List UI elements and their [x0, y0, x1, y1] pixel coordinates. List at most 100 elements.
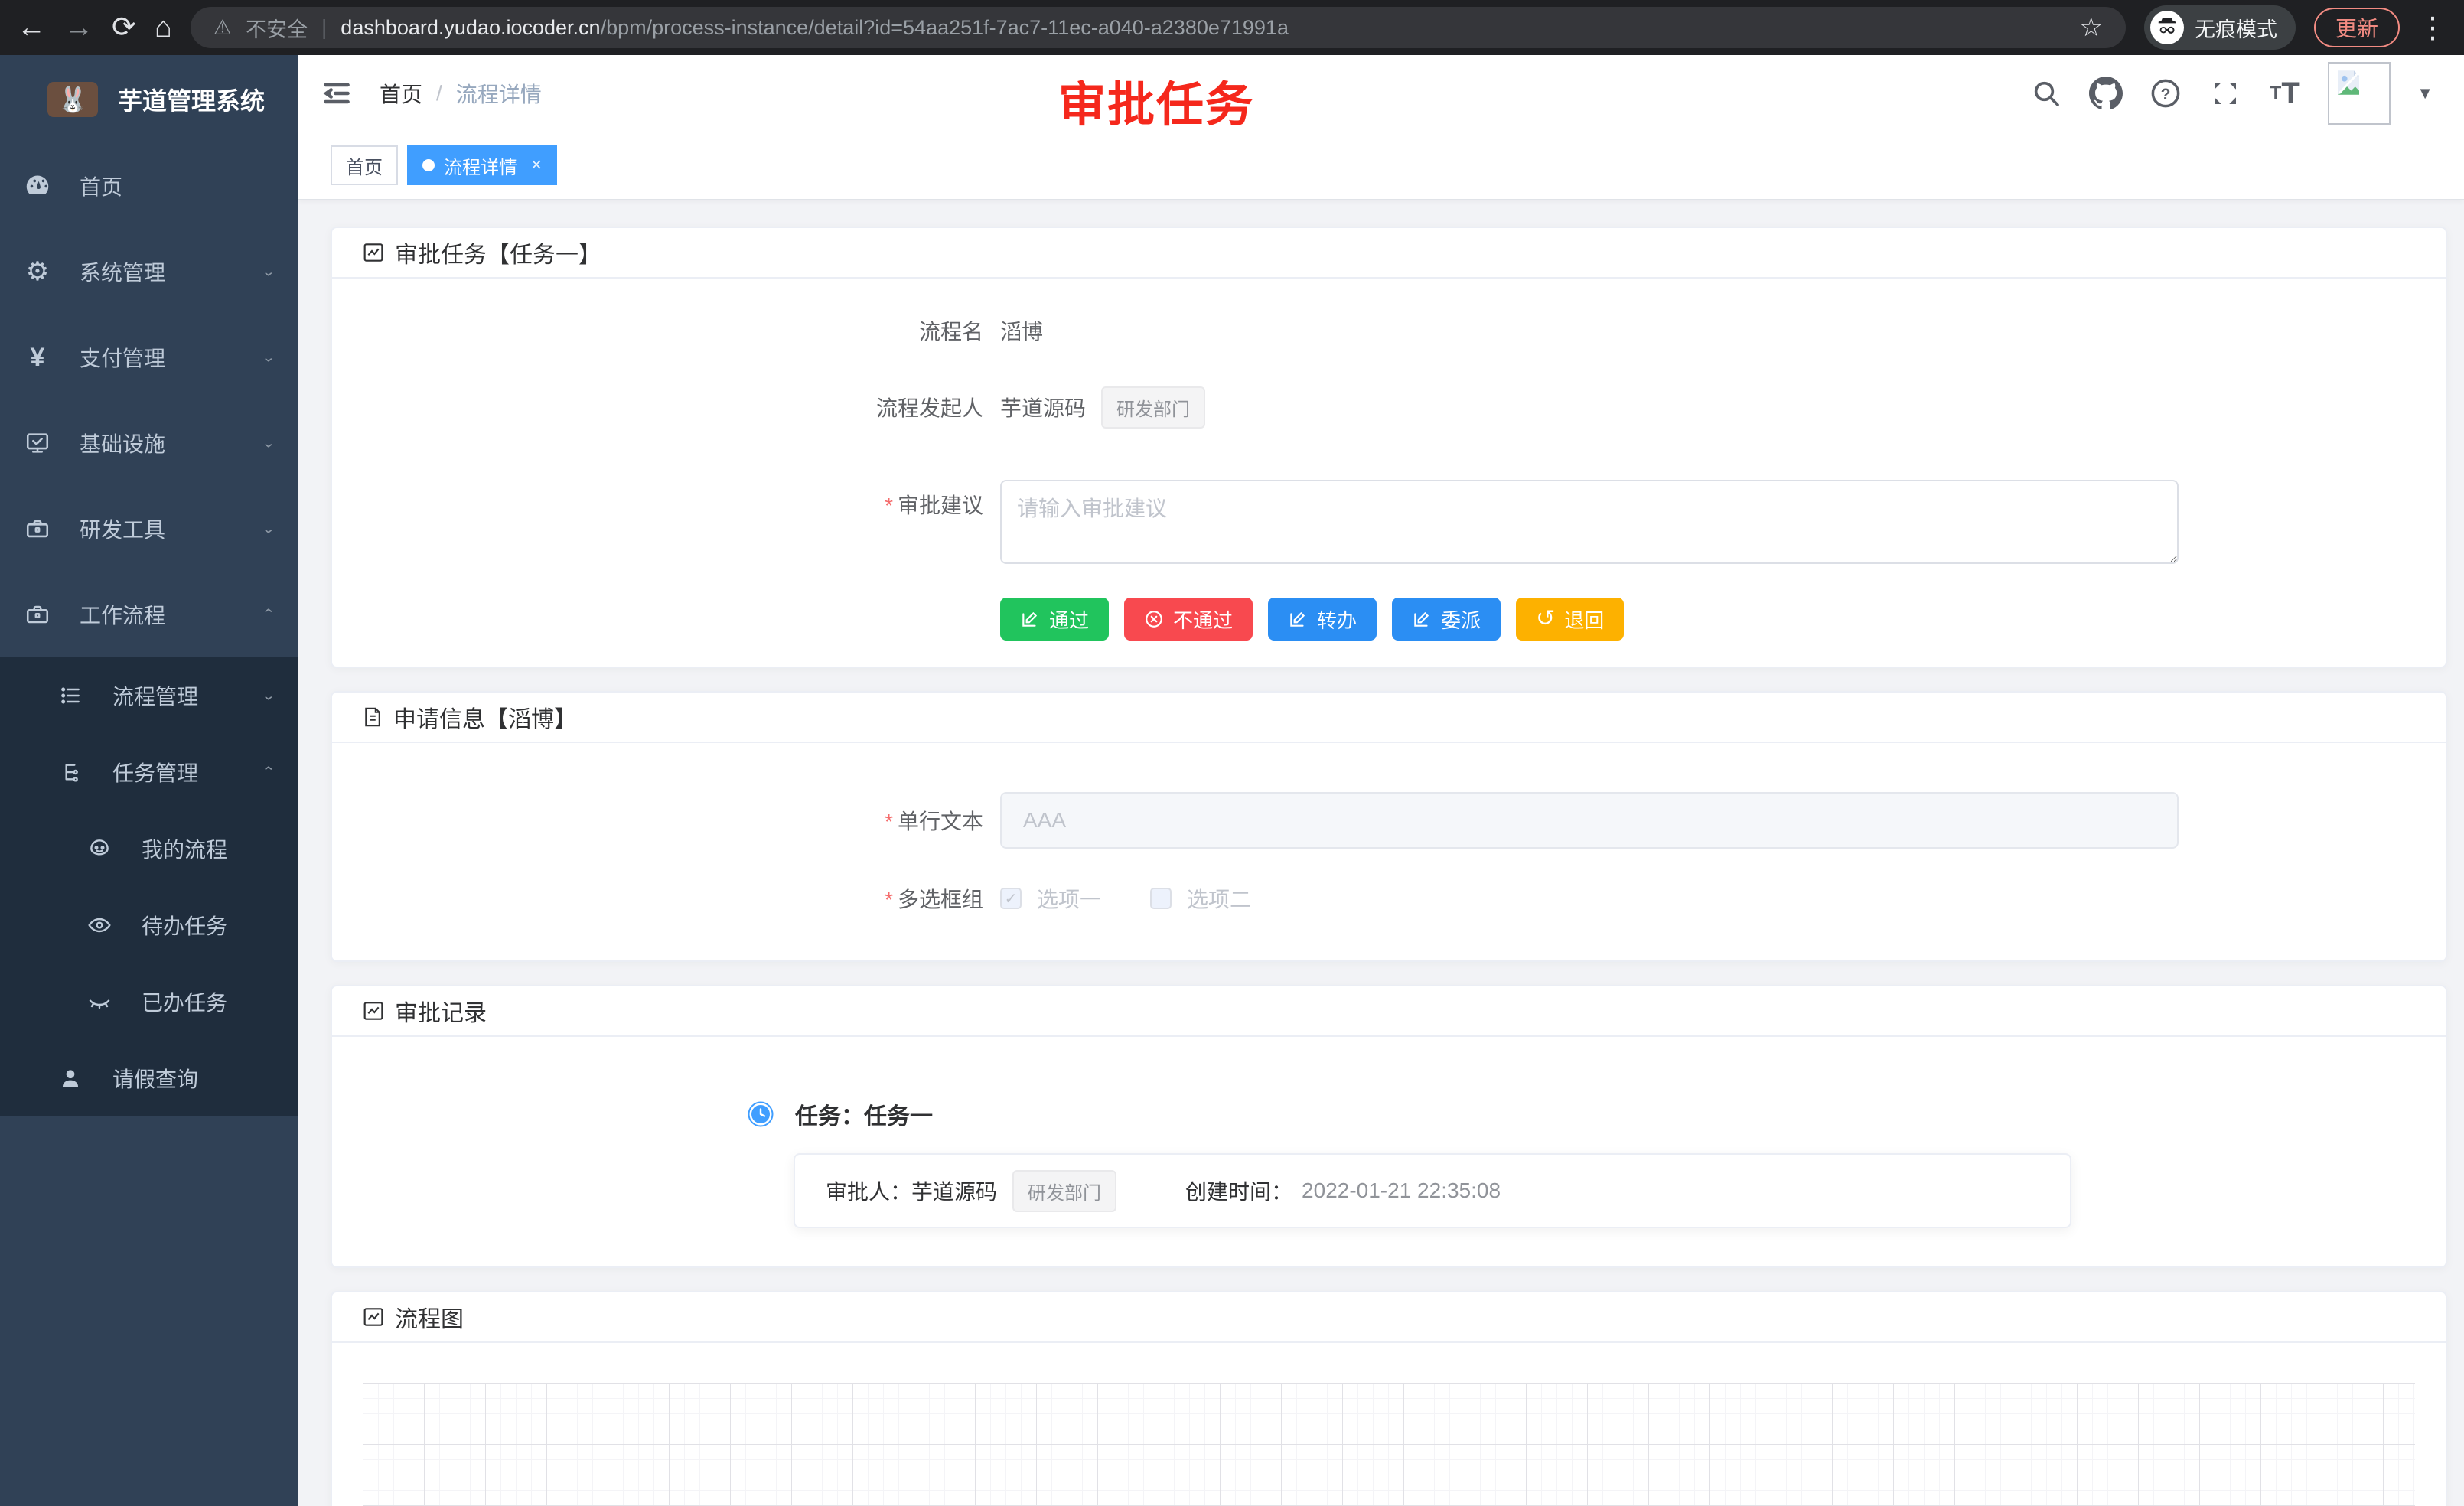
briefcase-icon	[23, 600, 52, 629]
created-label: 创建时间：	[1185, 1175, 1292, 1206]
sidebar-item-label: 流程管理	[112, 680, 262, 711]
sidebar-item-label: 研发工具	[80, 513, 262, 544]
reject-button[interactable]: 不通过	[1124, 598, 1253, 641]
single-text-label-text: 单行文本	[898, 810, 983, 833]
checkbox-label: 选项二	[1187, 883, 1251, 914]
address-bar[interactable]: ⚠ 不安全 | dashboard.yudao.iocoder.cn/bpm/p…	[191, 7, 2126, 48]
created-time: 2022-01-21 22:35:08	[1302, 1178, 1501, 1203]
initiator-label: 流程发起人	[332, 392, 983, 422]
bpmn-canvas[interactable]	[363, 1383, 2415, 1506]
transfer-button[interactable]: 转办	[1268, 598, 1377, 641]
sidebar-item-infra[interactable]: 基础设施 ⌄	[0, 400, 298, 486]
sidebar-item-task-mgmt[interactable]: 任务管理 ⌃	[0, 734, 298, 810]
apply-card-header: 申请信息【滔博】	[332, 693, 2446, 743]
checkbox-unchecked-icon	[1150, 888, 1172, 909]
incognito-label: 无痕模式	[2195, 13, 2277, 43]
sidebar-item-system[interactable]: ⚙ 系统管理 ⌄	[0, 229, 298, 315]
page-content: 审批任务【任务一】 流程名 滔博 流程发起人 芋道源码 研发部门	[298, 200, 2464, 1506]
sidebar-item-label: 请假查询	[112, 1063, 275, 1094]
button-label: 转办	[1317, 605, 1357, 634]
card-title: 流程图	[395, 1300, 464, 1334]
checkbox-option-1[interactable]: ✓ 选项一	[1000, 883, 1101, 914]
avatar-caret-icon[interactable]: ▼	[2417, 83, 2433, 103]
apply-info-card: 申请信息【滔博】 *单行文本 *多选框组 ✓ 选	[331, 691, 2447, 962]
sidebar-item-label: 支付管理	[80, 342, 262, 373]
approver-name: 芋道源码	[911, 1175, 997, 1206]
browser-update-button[interactable]: 更新	[2314, 8, 2400, 47]
tt-big: T	[2281, 77, 2299, 111]
security-label[interactable]: 不安全	[246, 13, 308, 43]
browser-menu-icon[interactable]: ⋮	[2418, 11, 2447, 45]
url-text[interactable]: dashboard.yudao.iocoder.cn/bpm/process-i…	[341, 16, 1289, 40]
sidebar: 🐰 芋道管理系统 首页 ⚙ 系统管理 ⌄ ¥ 支付管理 ⌄ 基础设施 ⌄	[0, 55, 298, 1506]
required-mark: *	[885, 494, 893, 517]
dashboard-icon	[23, 171, 52, 200]
reload-icon[interactable]: ⟳	[112, 13, 136, 42]
sidebar-item-leave-query[interactable]: 请假查询	[0, 1040, 298, 1116]
avatar[interactable]	[2328, 62, 2391, 125]
sidebar-item-home[interactable]: 首页	[0, 143, 298, 229]
chevron-down-icon: ⌄	[262, 688, 275, 704]
undo-icon: ↺	[1536, 608, 1555, 631]
bookmark-star-icon[interactable]: ☆	[2080, 12, 2103, 43]
incognito-badge: 无痕模式	[2144, 5, 2296, 50]
incognito-icon	[2150, 11, 2184, 44]
button-label: 不通过	[1173, 605, 1233, 634]
gear-icon: ⚙	[23, 257, 52, 286]
button-label: 委派	[1441, 605, 1481, 634]
search-icon[interactable]	[2029, 77, 2063, 110]
forward-icon[interactable]: →	[64, 13, 93, 42]
sidebar-item-devtools[interactable]: 研发工具 ⌄	[0, 486, 298, 572]
chevron-up-icon: ⌃	[262, 764, 275, 781]
chevron-down-icon: ⌄	[262, 521, 275, 537]
sidebar-item-pay[interactable]: ¥ 支付管理 ⌄	[0, 315, 298, 400]
sidebar-collapse-icon[interactable]	[320, 77, 354, 110]
sidebar-item-process-mgmt[interactable]: 流程管理 ⌄	[0, 657, 298, 734]
chevron-down-icon: ⌄	[262, 350, 275, 366]
dept-tag: 研发部门	[1101, 386, 1205, 429]
breadcrumb-separator: /	[436, 81, 442, 106]
task-title: 任务：任务一	[795, 1097, 933, 1131]
back-icon[interactable]: ←	[17, 13, 46, 42]
chevron-down-icon: ⌄	[262, 264, 275, 280]
checkbox-option-2[interactable]: 选项二	[1150, 883, 1251, 914]
chevron-down-icon: ⌄	[262, 435, 275, 451]
help-icon[interactable]: ?	[2149, 77, 2182, 110]
tag-active-dot	[422, 159, 435, 171]
comment-textarea[interactable]	[1000, 480, 2179, 564]
single-text-input[interactable]	[1000, 792, 2179, 849]
approve-button[interactable]: 通过	[1000, 598, 1109, 641]
record-card-header: 审批记录	[332, 986, 2446, 1037]
red-annotation: 审批任务	[1058, 66, 1254, 135]
security-warning-icon: ⚠	[213, 16, 232, 40]
tag-home[interactable]: 首页	[331, 145, 398, 185]
app-logo[interactable]: 🐰 芋道管理系统	[0, 55, 298, 143]
app-title: 芋道管理系统	[118, 82, 265, 117]
sidebar-item-workflow[interactable]: 工作流程 ⌃	[0, 572, 298, 657]
approve-task-card: 审批任务【任务一】 流程名 滔博 流程发起人 芋道源码 研发部门	[331, 227, 2447, 668]
yen-icon: ¥	[23, 343, 52, 372]
checkbox-checked-icon: ✓	[1000, 888, 1022, 909]
home-icon[interactable]: ⌂	[155, 13, 172, 42]
sidebar-item-done-tasks[interactable]: 已办任务	[0, 963, 298, 1040]
breadcrumb-home[interactable]: 首页	[380, 78, 422, 109]
return-button[interactable]: ↺ 退回	[1516, 598, 1624, 641]
record-item: 审批人： 芋道源码 研发部门 创建时间： 2022-01-21 22:35:08	[794, 1153, 2071, 1228]
tag-process-detail[interactable]: 流程详情 ×	[407, 145, 557, 185]
github-icon[interactable]	[2089, 77, 2123, 110]
sidebar-item-todo-tasks[interactable]: 待办任务	[0, 887, 298, 963]
tt-small: T	[2270, 83, 2282, 104]
comment-label: *审批建议	[332, 480, 983, 520]
fullscreen-icon[interactable]	[2208, 77, 2242, 110]
monitor-icon	[23, 429, 52, 458]
url-path: /bpm/process-instance/detail?id=54aa251f…	[601, 16, 1289, 39]
diagram-card-header: 流程图	[332, 1292, 2446, 1343]
delegate-button[interactable]: 委派	[1392, 598, 1501, 641]
font-size-icon[interactable]: TT	[2268, 77, 2302, 110]
process-diagram-card: 流程图	[331, 1291, 2447, 1506]
close-icon[interactable]: ×	[531, 155, 542, 176]
sidebar-item-my-process[interactable]: 我的流程	[0, 810, 298, 887]
chevron-up-icon: ⌃	[262, 607, 275, 623]
button-label: 退回	[1564, 605, 1604, 634]
url-divider: |	[321, 15, 327, 40]
